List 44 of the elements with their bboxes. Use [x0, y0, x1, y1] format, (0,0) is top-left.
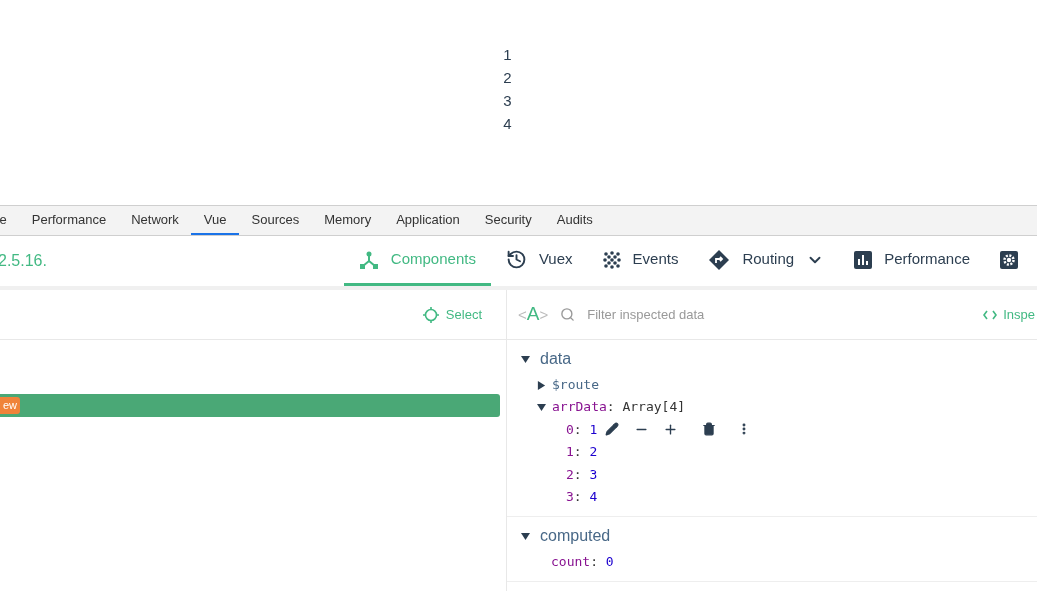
devtools-tab[interactable]: Performance [19, 206, 119, 235]
component-tree-icon [358, 249, 379, 270]
dots-icon [602, 250, 621, 269]
array-item: 3: 4 [566, 488, 598, 506]
expand-arrow-icon[interactable] [537, 380, 546, 390]
signpost-icon [708, 248, 731, 271]
collapse-arrow-icon[interactable] [537, 402, 546, 412]
search-icon [560, 307, 576, 322]
plus-icon[interactable] [663, 421, 679, 437]
list-item: 4 [503, 114, 512, 134]
panel-nav-tab[interactable]: Vuex [490, 236, 588, 286]
bar-chart-icon [854, 250, 873, 269]
section-title: data [540, 349, 572, 369]
code-icon [983, 309, 998, 320]
list-item: 3 [503, 91, 512, 111]
crosshair-icon [422, 306, 439, 323]
collapse-arrow-icon[interactable] [521, 354, 530, 364]
collapse-arrow-icon[interactable] [521, 531, 530, 541]
devtools-tab[interactable]: Audits [544, 206, 606, 235]
devtools-tab[interactable]: Memory [311, 206, 384, 235]
history-icon [505, 249, 527, 270]
edit-icon[interactable] [605, 422, 620, 437]
delete-icon[interactable] [702, 422, 717, 437]
property-line: count: 0 [551, 553, 614, 572]
panel-nav-tab[interactable]: Performance [839, 236, 985, 286]
devtools-tab[interactable]: e [0, 206, 20, 235]
property-key: $route [552, 375, 599, 395]
panel-nav-tab[interactable]: Routing [693, 236, 840, 286]
devtools-tab[interactable]: Security [472, 206, 545, 235]
section-title: computed [540, 526, 611, 546]
settings-icon [1000, 250, 1018, 269]
devtools-tab[interactable]: Sources [239, 206, 312, 235]
list-item: 2 [503, 68, 512, 88]
property-line: arrData: Array[4] [552, 398, 686, 417]
array-item: 1: 2 [566, 443, 598, 461]
panel-nav-tab[interactable]: Events [587, 236, 694, 286]
devtools-tab[interactable]: Vue [191, 206, 239, 235]
array-item: 2: 3 [566, 465, 598, 484]
devtools-tab[interactable]: Application [383, 206, 473, 235]
component-tag: ew [0, 397, 21, 414]
array-item: 0: 1 [566, 420, 598, 439]
devtools-tab[interactable]: Network [118, 206, 192, 235]
list-item: 1 [503, 45, 512, 65]
filter-field[interactable]: Filter inspected data [587, 304, 848, 325]
